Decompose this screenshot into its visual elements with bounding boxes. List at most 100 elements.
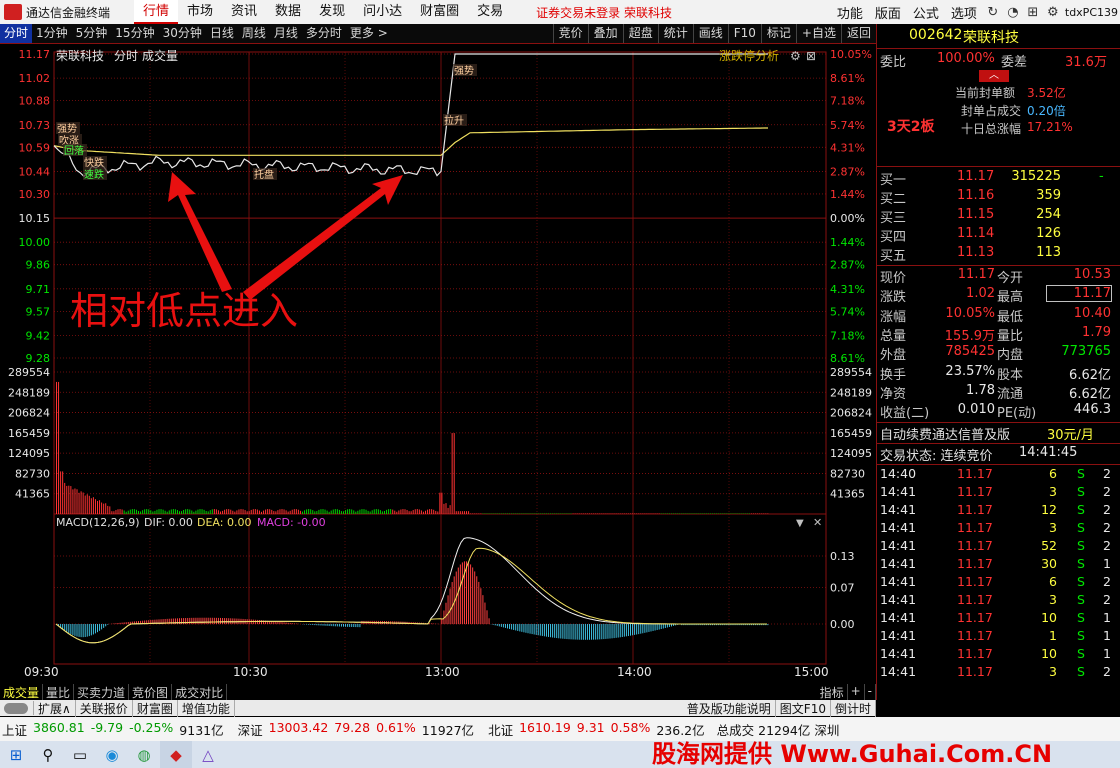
period-tab[interactable]: 1分钟 xyxy=(32,24,72,43)
macd-bar xyxy=(644,624,646,633)
index-item[interactable]: 深证 13003.42 79.28 0.61% 11927亿 xyxy=(238,720,480,739)
volume-bar xyxy=(146,509,148,514)
menu-公式[interactable]: 公式 xyxy=(907,3,945,22)
extension-tab[interactable]: 财富圈 xyxy=(133,699,178,717)
record-toggle-icon[interactable] xyxy=(0,701,34,715)
period-tab[interactable]: 多分时 xyxy=(302,24,346,43)
collapse-icon[interactable]: ︿ xyxy=(979,70,1009,82)
period-tab[interactable]: 日线 xyxy=(206,24,238,43)
period-tab[interactable]: 5分钟 xyxy=(72,24,112,43)
volume-bar xyxy=(701,513,703,514)
login-warning[interactable]: 证券交易未登录 荣联科技 xyxy=(536,4,672,21)
tick-price: 11.17 xyxy=(957,610,993,625)
limit-analysis-button[interactable]: 涨跌停分析 xyxy=(719,48,779,63)
extension-tab[interactable]: 扩展∧ xyxy=(34,699,76,717)
period-tab[interactable]: 30分钟 xyxy=(159,24,206,43)
toolbar-button[interactable]: 画线 xyxy=(692,24,728,43)
macd-bar xyxy=(461,562,463,625)
period-tab[interactable]: 15分钟 xyxy=(111,24,158,43)
macd-tick-label: 0.00 xyxy=(830,618,855,631)
volume-bar xyxy=(179,511,180,514)
period-tab[interactable]: 更多 > xyxy=(346,24,392,43)
extension-tab[interactable]: 关联报价 xyxy=(76,699,133,717)
chart-app-icon[interactable]: △ xyxy=(192,741,224,768)
toolbar-button[interactable]: 超盘 xyxy=(622,24,658,43)
toolbar-button[interactable]: 叠加 xyxy=(587,24,623,43)
chart-settings-icon[interactable]: ⚙ xyxy=(790,49,801,63)
refresh-icon[interactable]: ↻ xyxy=(983,5,1003,20)
macd-bar xyxy=(74,624,76,636)
intraday-chart[interactable]: 11.17 11.02 10.88 10.73 10.59 10.44 10.30 10.15… xyxy=(0,44,876,684)
volume-bar xyxy=(523,513,525,514)
chart-close-icon[interactable]: ⊠ xyxy=(806,49,816,63)
volume-bar xyxy=(427,509,429,514)
macd-bar xyxy=(453,576,455,625)
extension-tab[interactable]: 增值功能 xyxy=(178,699,235,717)
volume-bar xyxy=(203,509,205,514)
price-tick-label: 9.42 xyxy=(26,329,51,342)
volume-bar xyxy=(404,509,406,514)
toolbar-button[interactable]: F10 xyxy=(727,24,761,43)
time-tick-label: 15:00 xyxy=(794,665,829,679)
menu-发现[interactable]: 发现 xyxy=(310,0,354,24)
period-tab[interactable]: 周线 xyxy=(238,24,270,43)
menu-交易[interactable]: 交易 xyxy=(468,0,512,24)
indicator-control[interactable]: - xyxy=(865,683,876,701)
volume-bar xyxy=(222,510,224,514)
indicator-tab[interactable]: 成交对比 xyxy=(172,683,228,701)
user-icon[interactable]: ◔ xyxy=(1003,5,1023,20)
windows-start-icon[interactable]: ⊞ xyxy=(0,741,32,768)
price-tick-label: 9.86 xyxy=(26,259,51,272)
search-icon[interactable]: ⚲ xyxy=(32,741,64,768)
bottom-link[interactable]: 普及版功能说明 xyxy=(683,699,776,717)
buy-level-label: 买五 xyxy=(880,249,907,264)
volume-bar xyxy=(246,511,248,514)
edge-browser-icon[interactable]: ◉ xyxy=(96,741,128,768)
volume-bar xyxy=(671,513,672,514)
volume-bar xyxy=(125,511,127,514)
bottom-link[interactable]: 倒计时 xyxy=(831,699,876,717)
bottom-link[interactable]: 图文F10 xyxy=(776,699,831,717)
toolbar-button[interactable]: 统计 xyxy=(657,24,693,43)
menu-财富圈[interactable]: 财富圈 xyxy=(411,0,468,24)
indicator-tab[interactable]: 量比 xyxy=(43,683,75,701)
macd-bar xyxy=(222,617,224,625)
toolbar-button[interactable]: +自选 xyxy=(795,24,841,43)
indicator-control[interactable]: + xyxy=(848,683,865,701)
menu-数据[interactable]: 数据 xyxy=(266,0,310,24)
index-item[interactable]: 上证 3860.81 -9.79 -0.25% 9131亿 xyxy=(2,720,230,739)
period-tab[interactable]: 分时 xyxy=(0,24,33,43)
promo-row[interactable]: 自动续费通达信普及版 30元/月 xyxy=(877,424,1120,443)
menu-资讯[interactable]: 资讯 xyxy=(222,0,266,24)
toolbar-button[interactable]: 竞价 xyxy=(552,24,588,43)
pct-tick-label: 5.74% xyxy=(830,305,865,318)
menu-市场[interactable]: 市场 xyxy=(178,0,222,24)
macd-bar xyxy=(580,624,582,640)
menu-行情[interactable]: 行情 xyxy=(134,0,179,24)
menu-功能[interactable]: 功能 xyxy=(831,3,869,22)
volume-bar xyxy=(107,505,109,514)
menu-问小达[interactable]: 问小达 xyxy=(354,0,411,24)
volume-bar xyxy=(228,509,230,514)
tdx-app-icon[interactable]: ◆ xyxy=(160,741,192,768)
toolbar-button[interactable]: 标记 xyxy=(760,24,796,43)
indicator-tab[interactable]: 买卖力道 xyxy=(74,683,130,701)
menu-选项[interactable]: 选项 xyxy=(945,3,983,22)
period-tab[interactable]: 月线 xyxy=(270,24,302,43)
toolbar-button[interactable]: 返回 xyxy=(840,24,876,43)
macd-menu-icon[interactable]: ▼ xyxy=(796,518,804,529)
menu-版面[interactable]: 版面 xyxy=(869,3,907,22)
settings-icon[interactable]: ⚙ xyxy=(1043,5,1063,20)
volume-bar xyxy=(638,513,640,514)
quote-label: 外盘 xyxy=(880,348,907,364)
macd-bar xyxy=(474,571,476,625)
task-view-icon[interactable]: ▭ xyxy=(64,741,96,768)
macd-bar xyxy=(78,624,80,637)
indicator-control[interactable]: 指标 xyxy=(817,683,848,701)
indicator-tab[interactable]: 成交量 xyxy=(0,683,44,701)
macd-close-icon[interactable]: ✕ xyxy=(813,516,822,529)
chrome-icon[interactable]: ◍ xyxy=(128,741,160,768)
buy-volume: 359 xyxy=(1036,188,1061,203)
indicator-tab[interactable]: 竞价图 xyxy=(129,683,173,701)
grid-icon[interactable]: ⊞ xyxy=(1023,5,1043,20)
